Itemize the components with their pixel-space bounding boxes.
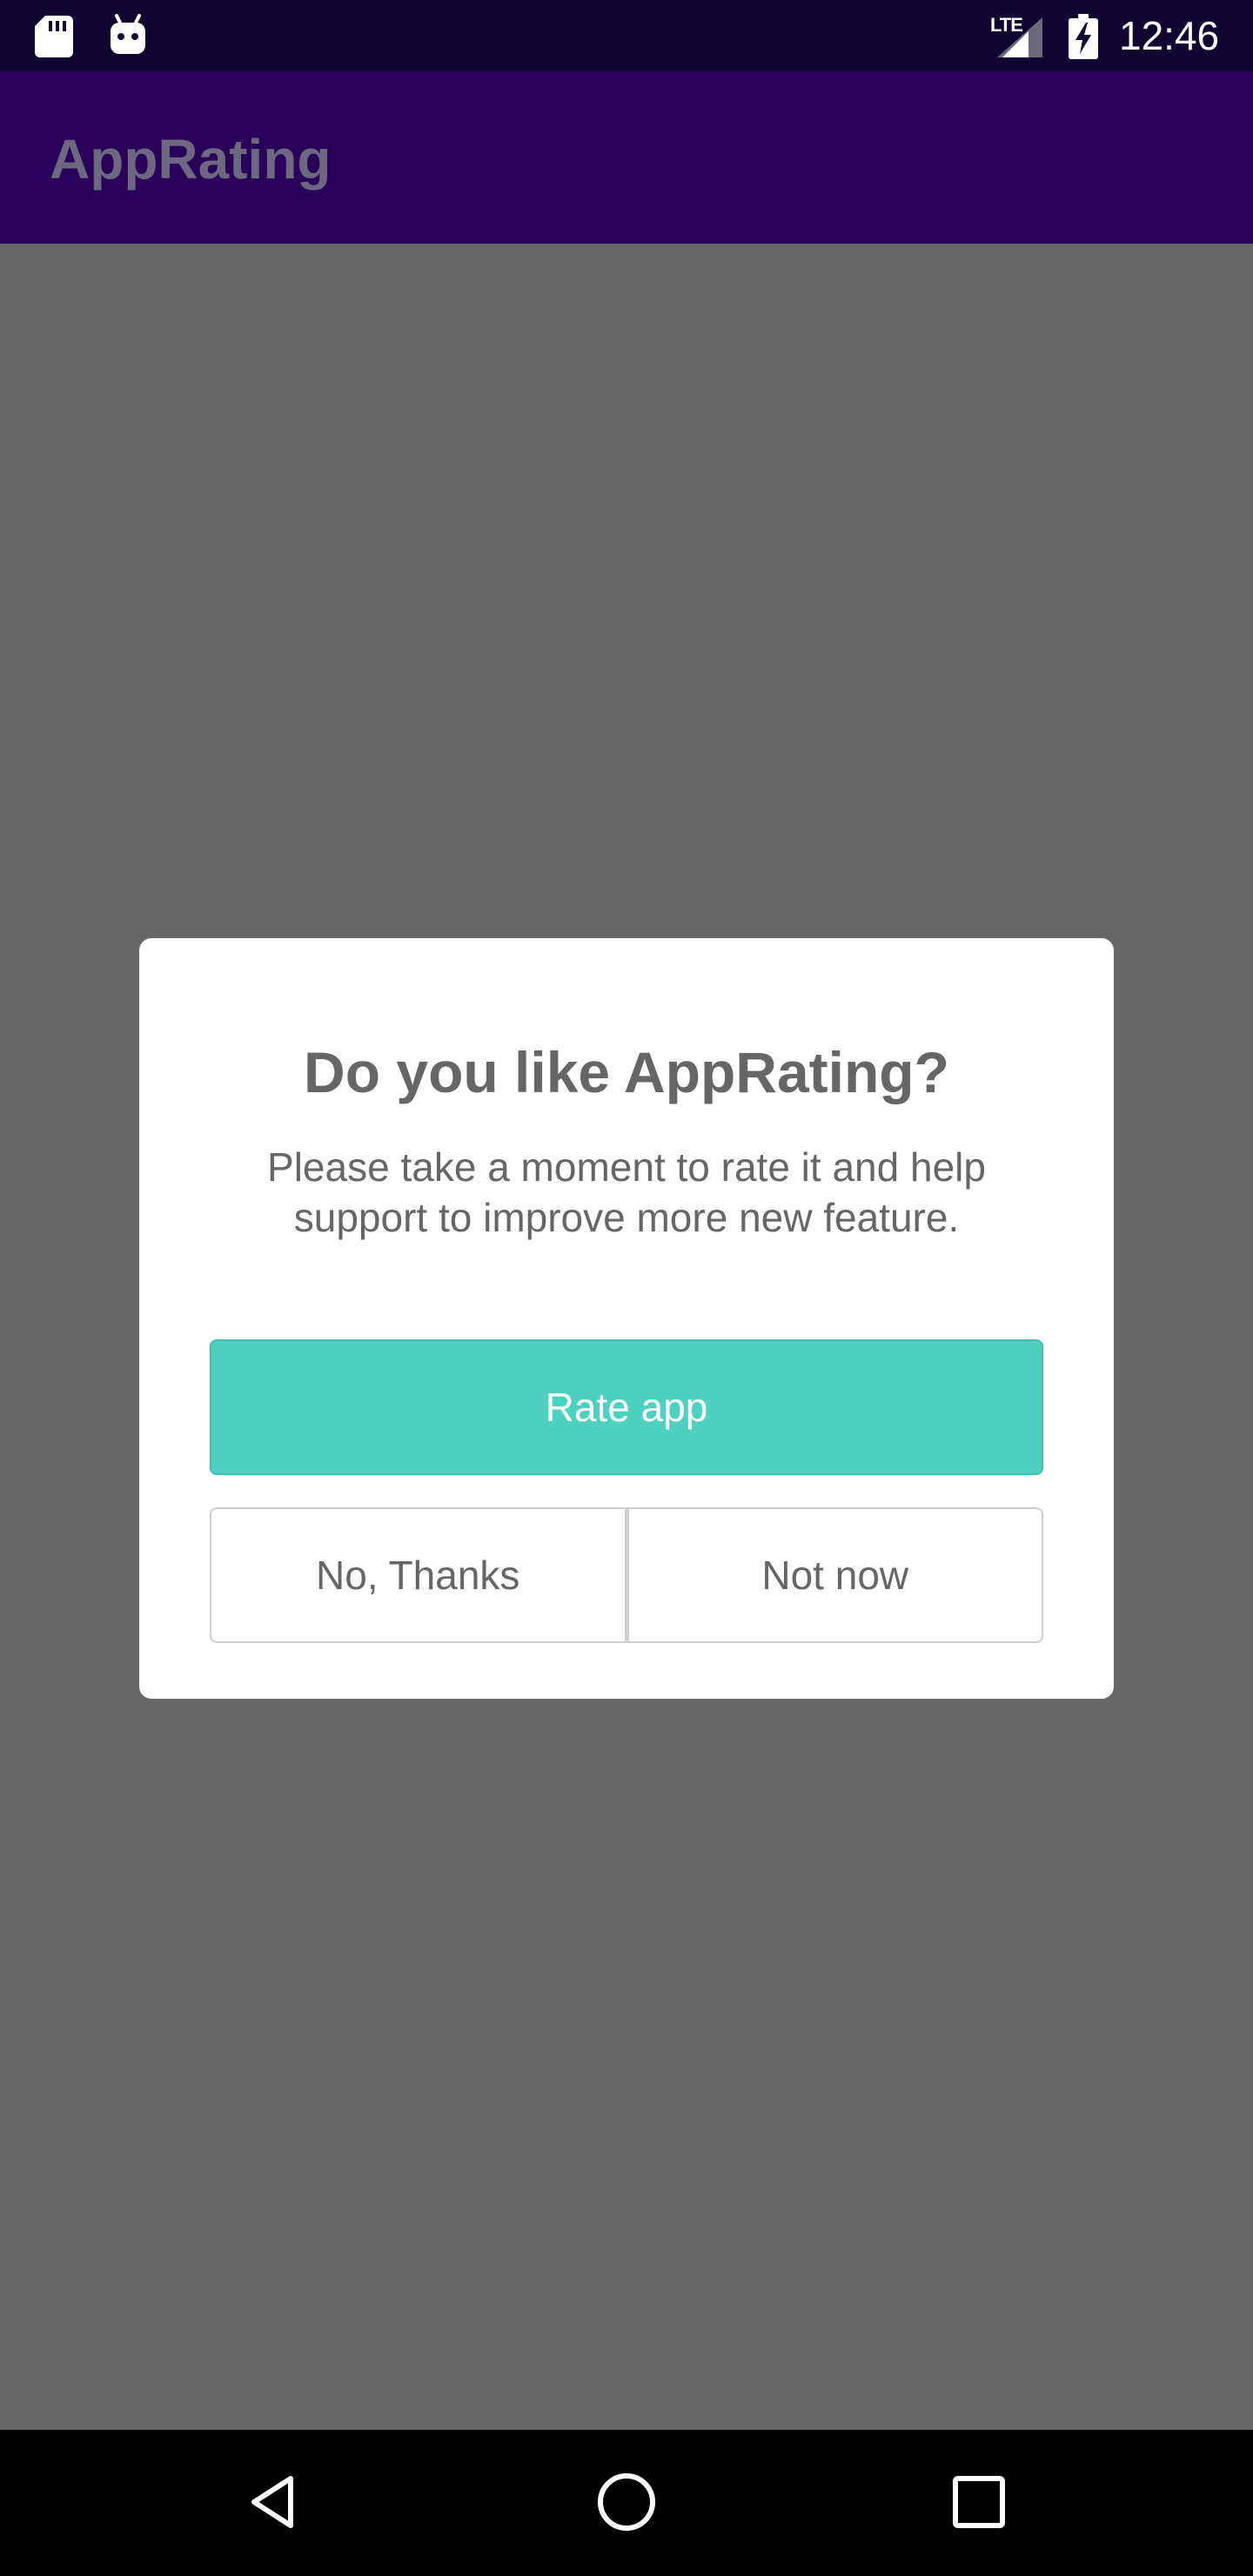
back-icon[interactable] [235,2463,313,2541]
rate-app-button[interactable]: Rate app [210,1339,1043,1475]
app-bar: AppRating [0,71,1253,244]
not-now-button[interactable]: Not now [626,1507,1043,1643]
recents-icon[interactable] [940,2463,1018,2541]
status-bar: LTE 12:46 [0,0,1253,71]
navigation-bar [0,2430,1253,2576]
clock: 12:46 [1119,13,1220,58]
dialog-message: Please take a moment to rate it and help… [267,1144,986,1240]
android-icon [111,14,145,54]
secondary-button-row: No, Thanks Not now [210,1507,1043,1643]
no-thanks-button[interactable]: No, Thanks [210,1507,626,1643]
signal-icon [997,17,1042,57]
battery-charging-icon [1069,14,1098,59]
rating-dialog: Do you like AppRating? Please take a mom… [139,938,1114,1699]
home-icon[interactable] [587,2463,666,2541]
sd-card-icon [35,16,73,57]
app-title: AppRating [50,128,332,191]
dialog-title: Do you like AppRating? [304,1040,949,1104]
